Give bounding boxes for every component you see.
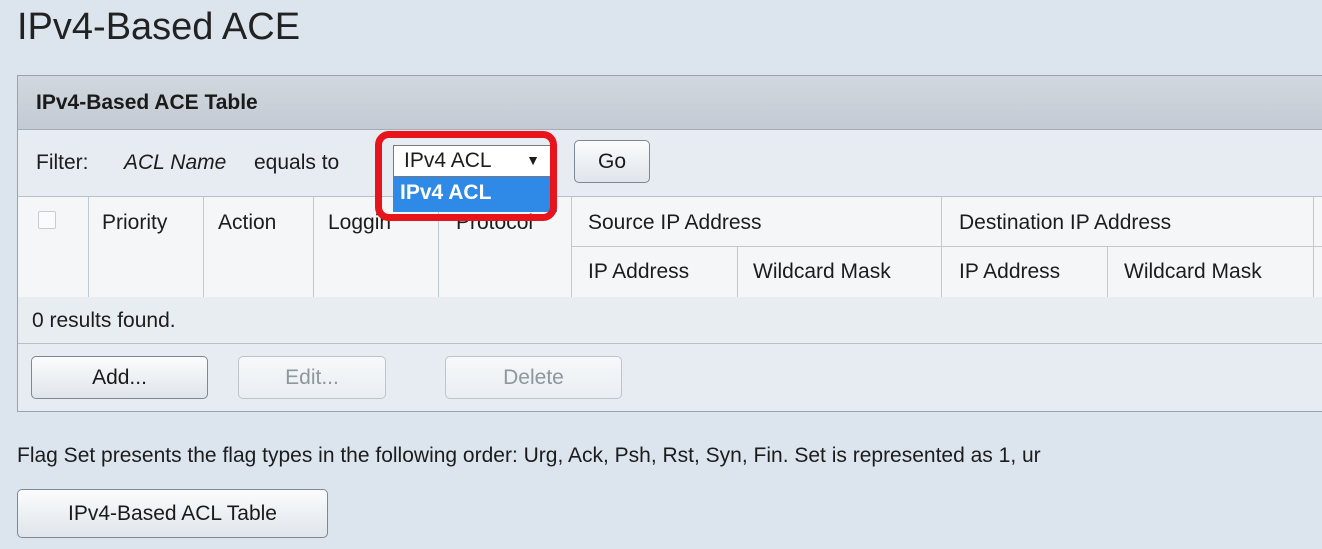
select-all-checkbox[interactable] (38, 211, 56, 229)
ipv4-acl-table-button[interactable]: IPv4-Based ACL Table (17, 489, 328, 538)
filter-label: Filter: (36, 151, 89, 174)
panel-title: IPv4-Based ACE Table (36, 91, 258, 114)
column-divider (88, 197, 89, 297)
delete-button[interactable]: Delete (445, 356, 622, 399)
results-row: 0 results found. (18, 297, 1322, 344)
column-header-action: Action (218, 211, 277, 234)
column-header-source-ip: Source IP Address (588, 211, 762, 234)
column-header-destination-ip: Destination IP Address (959, 211, 1172, 234)
chevron-down-icon: ▼ (526, 152, 540, 168)
column-header-dst-wildcard-mask: Wildcard Mask (1124, 260, 1262, 283)
column-header-src-ip-address: IP Address (588, 260, 690, 283)
column-header-dst-ip-address: IP Address (959, 260, 1061, 283)
column-divider (941, 197, 942, 297)
go-button[interactable]: Go (574, 140, 650, 183)
ace-table-panel: IPv4-Based ACE Table Filter: ACL Name eq… (17, 75, 1322, 412)
acl-name-select[interactable]: IPv4 ACL ▼ (393, 145, 553, 177)
column-header-priority: Priority (102, 211, 168, 234)
column-divider (203, 197, 204, 297)
edit-button[interactable]: Edit... (238, 356, 386, 399)
flag-set-note: Flag Set presents the flag types in the … (17, 444, 1041, 467)
filter-field-name: ACL Name (124, 151, 227, 174)
column-header-src-wildcard-mask: Wildcard Mask (753, 260, 891, 283)
page-title: IPv4-Based ACE (17, 6, 301, 48)
filter-operator: equals to (254, 151, 340, 174)
column-divider (1313, 197, 1314, 297)
column-divider (571, 197, 572, 297)
column-header-protocol: Protocol (456, 211, 534, 234)
column-divider (313, 197, 314, 297)
column-divider (438, 197, 439, 297)
acl-name-select-value: IPv4 ACL (404, 149, 492, 172)
column-header-logging: Loggin (328, 211, 392, 234)
column-divider (737, 246, 738, 297)
filter-row: Filter: ACL Name equals to (18, 130, 1322, 195)
add-button[interactable]: Add... (31, 356, 208, 399)
column-divider (1107, 246, 1108, 297)
results-count: 0 results found. (32, 309, 176, 332)
panel-header: IPv4-Based ACE Table (18, 76, 1322, 130)
header-divider (571, 246, 1322, 247)
ace-table: Priority Action Loggin Protocol Source I… (18, 196, 1322, 298)
dropdown-option-ipv4-acl[interactable]: IPv4 ACL (393, 177, 557, 212)
